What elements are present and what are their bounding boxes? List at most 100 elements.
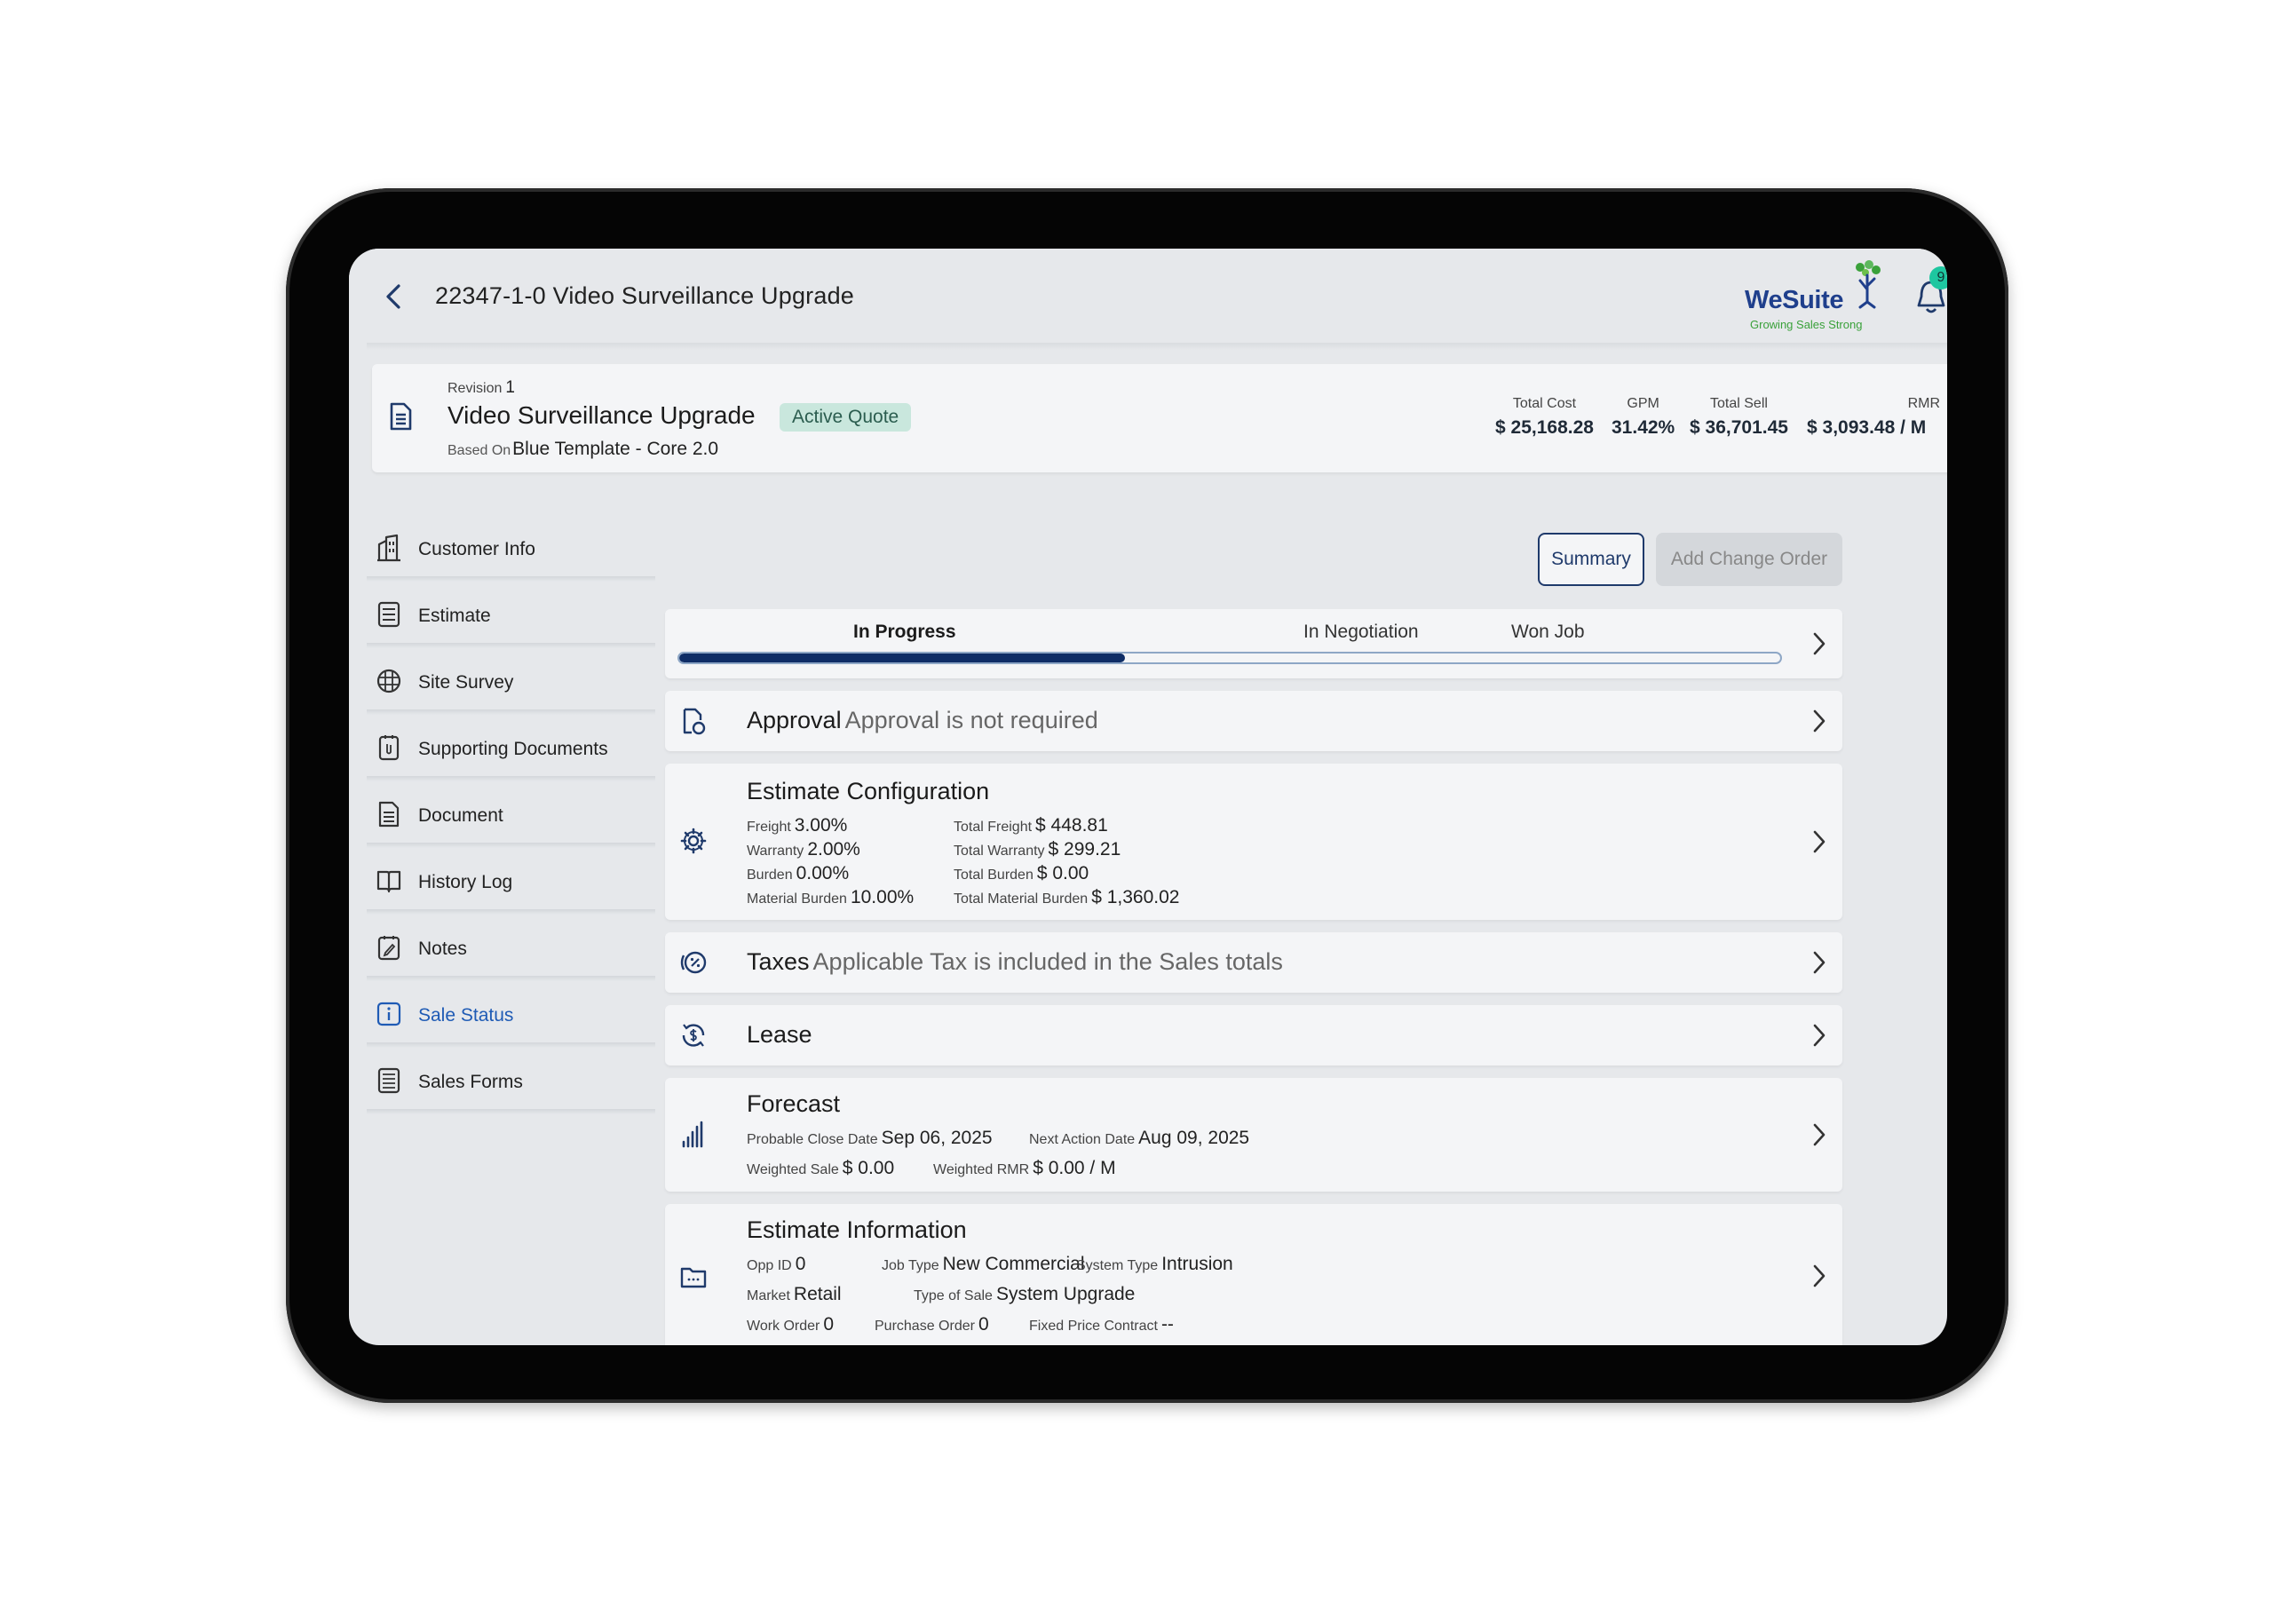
estimate-information-title: Estimate Information xyxy=(747,1216,967,1243)
revision-number: 1 xyxy=(505,378,515,397)
total-material-burden: Total Material Burden $ 1,360.02 xyxy=(954,887,1180,907)
sidebar-item-sales-forms[interactable]: Sales Forms xyxy=(349,1048,655,1114)
add-change-order-button[interactable]: Add Change Order xyxy=(1656,533,1842,586)
notepad-icon xyxy=(377,936,400,961)
globe-grid-icon xyxy=(376,669,401,693)
sidebar-item-estimate[interactable]: Estimate xyxy=(349,582,655,648)
chevron-right-icon[interactable] xyxy=(1810,1022,1828,1049)
next-action-date: Next Action Date Aug 09, 2025 xyxy=(1029,1128,1250,1148)
total-sell: Total Sell $ 36,701.45 xyxy=(1690,396,1788,438)
sidebar-item-customer-info[interactable]: Customer Info xyxy=(349,515,655,582)
estimate-configuration-title: Estimate Configuration xyxy=(747,778,990,804)
sidebar-item-label: Sale Status xyxy=(418,1005,514,1026)
document-icon xyxy=(378,801,400,828)
totals-strip: Total Cost $ 25,168.28 GPM 31.42% Total … xyxy=(372,396,1947,449)
approval-title: Approval Approval is not required xyxy=(747,707,1098,733)
revision-card: Revision 1 Video Surveillance Upgrade Act… xyxy=(372,364,1947,472)
summary-button[interactable]: Summary xyxy=(1538,533,1644,586)
paperclip-document-icon xyxy=(378,735,400,761)
sidebar-item-site-survey[interactable]: Site Survey xyxy=(349,648,655,715)
lease-title: Lease xyxy=(747,1021,812,1048)
notification-badge: 9 xyxy=(1929,266,1947,289)
stage-in-progress: In Progress xyxy=(853,622,956,642)
lease-card[interactable]: Lease xyxy=(665,1005,1842,1066)
forecast-card[interactable]: Forecast Probable Close Date Sep 06, 2025… xyxy=(665,1078,1842,1192)
approval-card[interactable]: Approval Approval is not required xyxy=(665,691,1842,751)
chevron-right-icon[interactable] xyxy=(1810,708,1828,734)
purchase-order: Purchase Order 0 xyxy=(875,1314,989,1335)
freight: Freight 3.00% xyxy=(747,815,848,836)
work-order: Work Order 0 xyxy=(747,1314,835,1335)
warranty: Warranty 2.00% xyxy=(747,839,860,860)
building-icon xyxy=(377,534,400,562)
probable-close-date: Probable Close Date Sep 06, 2025 xyxy=(747,1128,993,1148)
app-screen: 22347-1-0 Video Surveillance Upgrade WeS… xyxy=(349,249,1947,1345)
lease-cycle-icon xyxy=(682,1024,705,1047)
logo-tagline: Growing Sales Strong xyxy=(1750,318,1863,331)
fixed-price-contract: Fixed Price Contract -- xyxy=(1029,1314,1174,1335)
system-type: System Type Intrusion xyxy=(1076,1254,1233,1274)
market: Market Retail xyxy=(747,1284,842,1304)
chevron-right-icon[interactable] xyxy=(1810,828,1828,855)
sidebar-item-label: Sales Forms xyxy=(418,1072,523,1092)
total-freight: Total Freight $ 448.81 xyxy=(954,815,1108,836)
taxes-card[interactable]: Taxes Applicable Tax is included in the S… xyxy=(665,932,1842,993)
document-check-icon xyxy=(683,708,706,735)
sidebar-item-label: Supporting Documents xyxy=(418,739,608,759)
material-burden: Material Burden 10.00% xyxy=(747,887,915,907)
sidebar-item-supporting-documents[interactable]: Supporting Documents xyxy=(349,715,655,781)
gear-icon xyxy=(680,828,707,854)
total-cost: Total Cost $ 25,168.28 xyxy=(1495,396,1594,438)
estimate-configuration-card[interactable]: Estimate Configuration Freight 3.00% Warr… xyxy=(665,764,1842,920)
taxes-title: Taxes Applicable Tax is included in the S… xyxy=(747,948,1283,975)
info-icon xyxy=(376,1002,401,1026)
chevron-right-icon[interactable] xyxy=(1810,1121,1828,1148)
book-icon xyxy=(376,870,401,893)
page-title: 22347-1-0 Video Surveillance Upgrade xyxy=(435,282,855,309)
bar-chart-icon xyxy=(682,1121,703,1148)
revision-label: Revision 1 xyxy=(447,378,515,397)
rmr: RMR $ 3,093.48 / M xyxy=(1807,396,1940,438)
estimate-information-card[interactable]: Estimate Information Opp ID 0 Job Type New… xyxy=(665,1204,1842,1345)
chevron-right-icon[interactable] xyxy=(1810,949,1828,976)
weighted-sale: Weighted Sale $ 0.00 xyxy=(747,1158,895,1178)
sidebar-item-label: Notes xyxy=(418,939,467,959)
stage-won-job: Won Job xyxy=(1511,622,1585,642)
sidebar-item-label: Estimate xyxy=(418,606,491,626)
sale-stage-progress[interactable]: In Progress In Negotiation Won Job xyxy=(665,609,1842,678)
sidebar-nav: Customer Info Estimate Site Survey Suppo… xyxy=(349,515,655,1114)
gpm: GPM 31.42% xyxy=(1612,396,1675,438)
sidebar-item-label: Customer Info xyxy=(418,539,535,559)
total-warranty: Total Warranty $ 299.21 xyxy=(954,839,1121,860)
wesuite-logo: WeSuite Growing Sales Strong xyxy=(1743,259,1885,331)
job-type: Job Type New Commercial xyxy=(882,1254,1085,1274)
chevron-right-icon[interactable] xyxy=(1810,1263,1828,1289)
approval-subtitle: Approval is not required xyxy=(844,707,1098,733)
tree-logo-icon xyxy=(1856,260,1881,309)
chevron-right-icon[interactable] xyxy=(1810,630,1828,657)
sidebar-item-label: History Log xyxy=(418,872,513,892)
taxes-subtitle: Applicable Tax is included in the Sales … xyxy=(812,948,1283,975)
progress-track xyxy=(677,652,1782,664)
top-bar: 22347-1-0 Video Surveillance Upgrade WeS… xyxy=(349,249,1947,350)
folder-icon xyxy=(680,1267,707,1288)
burden: Burden 0.00% xyxy=(747,863,850,883)
sidebar-item-sale-status[interactable]: Sale Status xyxy=(349,981,655,1048)
sidebar-item-history-log[interactable]: History Log xyxy=(349,848,655,915)
back-arrow-icon[interactable] xyxy=(381,282,408,311)
tax-coin-icon xyxy=(680,951,707,974)
weighted-rmr: Weighted RMR $ 0.00 / M xyxy=(933,1158,1116,1178)
calculator-icon xyxy=(377,601,400,628)
sidebar-item-label: Site Survey xyxy=(418,672,514,693)
progress-fill xyxy=(679,654,1126,662)
opp-id: Opp ID 0 xyxy=(747,1254,806,1274)
sidebar-item-document[interactable]: Document xyxy=(349,781,655,848)
total-burden: Total Burden $ 0.00 xyxy=(954,863,1089,883)
logo-wordmark: WeSuite xyxy=(1745,286,1844,314)
forecast-title: Forecast xyxy=(747,1090,841,1117)
sidebar-item-notes[interactable]: Notes xyxy=(349,915,655,981)
stage-in-negotiation: In Negotiation xyxy=(1303,622,1419,642)
sidebar-item-label: Document xyxy=(418,805,503,826)
type-of-sale: Type of Sale System Upgrade xyxy=(914,1284,1136,1304)
form-icon xyxy=(377,1067,400,1094)
